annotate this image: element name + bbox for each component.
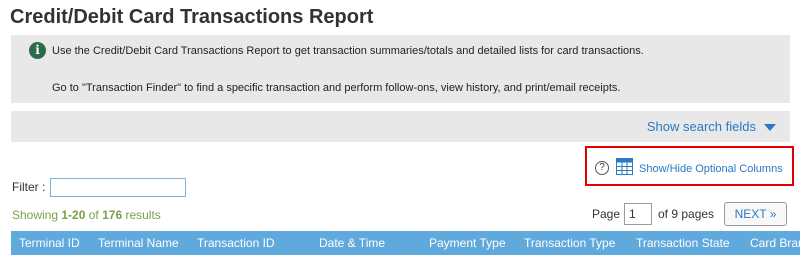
results-middle: of bbox=[85, 208, 103, 222]
column-header-payment-type[interactable]: Payment Type bbox=[429, 236, 506, 250]
table-header: Terminal ID Terminal Name Transaction ID… bbox=[11, 231, 800, 255]
show-search-fields-label: Show search fields bbox=[646, 119, 756, 134]
show-search-fields-toggle[interactable]: Show search fields bbox=[647, 119, 776, 134]
page-label: Page bbox=[592, 207, 621, 221]
help-icon[interactable]: ? bbox=[595, 161, 609, 175]
column-header-card-brand[interactable]: Card Brand bbox=[750, 236, 800, 250]
page-number-input[interactable] bbox=[624, 203, 652, 225]
results-total: 176 bbox=[102, 208, 123, 222]
filter-input[interactable] bbox=[50, 178, 186, 197]
info-text-finder: Go to "Transaction Finder" to find a spe… bbox=[52, 82, 621, 94]
filter-label: Filter : bbox=[12, 180, 46, 194]
results-summary: Showing 1-20 of 176 results bbox=[12, 208, 161, 222]
show-hide-optional-columns-link[interactable]: Show/Hide Optional Columns bbox=[639, 163, 783, 175]
info-banner: i Use the Credit/Debit Card Transactions… bbox=[11, 35, 790, 103]
results-prefix: Showing bbox=[12, 208, 62, 222]
column-header-terminal-id[interactable]: Terminal ID bbox=[19, 236, 80, 250]
info-icon: i bbox=[29, 42, 46, 59]
search-panel: Show search fields bbox=[11, 111, 790, 142]
optional-columns-panel: ? Show/Hide Optional Columns bbox=[585, 146, 794, 186]
info-text-summary: Use the Credit/Debit Card Transactions R… bbox=[52, 45, 644, 57]
page-count-label: of 9 pages bbox=[658, 207, 715, 221]
results-range: 1-20 bbox=[61, 208, 86, 222]
column-header-terminal-name[interactable]: Terminal Name bbox=[98, 236, 179, 250]
column-header-transaction-id[interactable]: Transaction ID bbox=[197, 236, 275, 250]
next-page-button[interactable]: NEXT » bbox=[724, 202, 787, 226]
results-suffix: results bbox=[122, 208, 161, 222]
table-columns-icon[interactable] bbox=[616, 158, 633, 175]
caret-down-icon bbox=[764, 123, 776, 131]
column-header-transaction-state[interactable]: Transaction State bbox=[636, 236, 730, 250]
column-header-date-time[interactable]: Date & Time bbox=[319, 236, 385, 250]
page-title: Credit/Debit Card Transactions Report bbox=[10, 6, 374, 28]
column-header-transaction-type[interactable]: Transaction Type bbox=[524, 236, 615, 250]
